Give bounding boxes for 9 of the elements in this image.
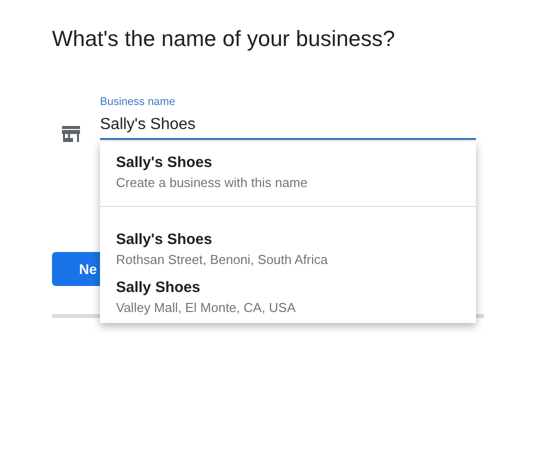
suggestion-name: Sally's Shoes	[116, 154, 214, 171]
suggestion-name: Sally's Shoes	[116, 231, 214, 248]
store-icon	[62, 126, 80, 142]
page-heading: What's the name of your business?	[52, 26, 396, 52]
suggestion-detail: Valley Mall, El Monte, CA, USA	[116, 300, 297, 315]
suggestion-detail: Create a business with this name	[116, 175, 308, 190]
business-name-field[interactable]: Sally's Shoes	[100, 108, 476, 140]
field-label: Business name	[100, 96, 176, 108]
suggestion-item[interactable]: Sally's Shoes Create a business with this name	[100, 142, 476, 206]
